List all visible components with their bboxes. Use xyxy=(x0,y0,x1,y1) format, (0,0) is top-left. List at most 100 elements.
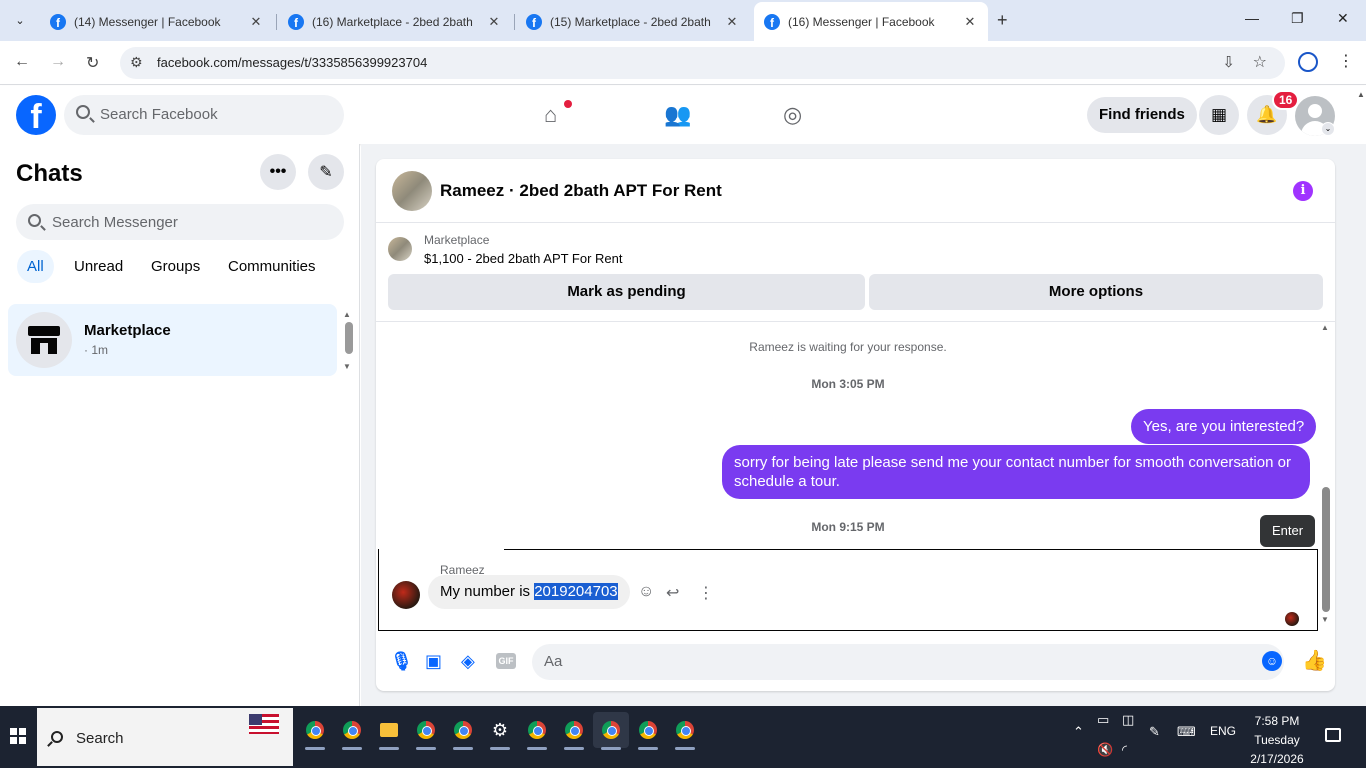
address-bar[interactable]: ⚙ facebook.com/messages/t/33358563999237… xyxy=(120,47,1285,79)
reload-icon[interactable]: ↻ xyxy=(86,53,99,73)
chrome-taskbar-icon[interactable] xyxy=(334,712,370,748)
close-window-icon[interactable]: ✕ xyxy=(1337,10,1349,27)
thumbs-up-icon[interactable]: 👍 xyxy=(1302,648,1327,673)
home-icon[interactable]: ⌂ xyxy=(544,102,557,128)
gif-icon[interactable]: GIF xyxy=(496,653,516,669)
chat-list-item[interactable]: Marketplace · 1m xyxy=(8,304,337,376)
filter-groups[interactable]: Groups xyxy=(151,258,200,275)
minimize-icon[interactable]: — xyxy=(1245,10,1259,26)
facebook-search-input[interactable]: Search Facebook xyxy=(64,95,344,135)
scroll-up-icon[interactable]: ▲ xyxy=(1357,90,1365,99)
chrome-taskbar-icon[interactable] xyxy=(408,712,444,748)
reply-icon[interactable]: ↩ xyxy=(666,583,679,603)
restore-icon[interactable]: ❐ xyxy=(1291,10,1304,27)
browser-tab[interactable]: f (16) Marketplace - 2bed 2bath ✕ xyxy=(278,6,512,38)
listing-price[interactable]: $1,100 - 2bed 2bath APT For Rent xyxy=(424,251,623,266)
keyboard-icon[interactable]: ⌨ xyxy=(1177,724,1196,740)
wifi-icon[interactable]: ◜ xyxy=(1122,742,1127,758)
browser-toolbar: ← → ↻ ⚙ facebook.com/messages/t/33358563… xyxy=(0,41,1366,85)
filter-communities[interactable]: Communities xyxy=(228,258,316,275)
language-indicator[interactable]: ENG xyxy=(1210,724,1236,738)
settings-gear-icon[interactable]: ⚙ xyxy=(482,712,518,748)
chrome-taskbar-icon[interactable] xyxy=(297,712,333,748)
filter-unread[interactable]: Unread xyxy=(74,258,123,275)
device-icon[interactable]: ◫ xyxy=(1122,712,1134,728)
incoming-message[interactable]: My number is 2019204703 xyxy=(428,575,630,609)
scroll-up-icon[interactable]: ▲ xyxy=(343,310,351,319)
browser-tab-active[interactable]: f (16) Messenger | Facebook ✕ xyxy=(754,2,988,41)
groups-icon[interactable]: ◎ xyxy=(783,102,802,128)
chats-sidebar: Chats ••• ✎ Search Messenger All Unread … xyxy=(0,144,360,706)
chrome-taskbar-icon[interactable] xyxy=(667,712,703,748)
chrome-taskbar-icon[interactable] xyxy=(630,712,666,748)
us-flag-icon xyxy=(249,714,279,734)
browser-tab[interactable]: f (15) Marketplace - 2bed 2bath ✕ xyxy=(516,6,750,38)
chrome-taskbar-icon[interactable] xyxy=(445,712,481,748)
notification-badge: 16 xyxy=(1272,90,1300,110)
chrome-taskbar-icon-active[interactable] xyxy=(593,712,629,748)
chat-name: Marketplace xyxy=(84,322,171,339)
taskbar-search[interactable]: Search xyxy=(37,708,293,766)
close-tab-icon[interactable]: ✕ xyxy=(486,14,502,30)
message-composer-input[interactable]: Aa xyxy=(532,644,1284,680)
listing-label: Marketplace xyxy=(424,233,490,247)
facebook-logo-icon[interactable]: f xyxy=(16,95,56,135)
messenger-search-input[interactable]: Search Messenger xyxy=(16,204,344,240)
chrome-taskbar-icon[interactable] xyxy=(556,712,592,748)
chrome-menu-icon[interactable]: ⋮ xyxy=(1338,51,1354,71)
filter-all[interactable]: All xyxy=(17,250,54,283)
outgoing-message[interactable]: Yes, are you interested? xyxy=(1131,409,1317,444)
volume-muted-icon[interactable]: 🔇 xyxy=(1097,742,1113,758)
tab-search-chevron-icon[interactable]: ⌄ xyxy=(7,8,33,32)
message-more-icon[interactable]: ⋮ xyxy=(698,583,714,603)
windows-taskbar: Search ⚙ ⌃ ▭ ◫ 🔇 ◜ ✎ ⌨ ENG 7:58 PM Tuesd… xyxy=(0,706,1366,768)
close-tab-icon[interactable]: ✕ xyxy=(962,14,978,30)
url-text[interactable]: facebook.com/messages/t/3335856399923704 xyxy=(157,55,427,70)
windows-start-icon[interactable] xyxy=(10,728,26,744)
listing-thumbnail[interactable] xyxy=(388,237,412,261)
photo-icon[interactable]: ▣ xyxy=(425,651,442,672)
find-friends-button[interactable]: Find friends xyxy=(1087,97,1197,133)
outgoing-message[interactable]: sorry for being late please send me your… xyxy=(722,445,1310,499)
tray-chevron-icon[interactable]: ⌃ xyxy=(1073,724,1084,740)
close-tab-icon[interactable]: ✕ xyxy=(724,14,740,30)
install-app-icon[interactable]: ⇩ xyxy=(1222,53,1235,71)
thread-scrollbar[interactable]: ▲ ▼ xyxy=(1320,323,1332,627)
account-chevron-icon[interactable]: ⌄ xyxy=(1321,122,1335,136)
scroll-down-icon[interactable]: ▼ xyxy=(343,362,351,371)
info-icon[interactable]: i xyxy=(1293,181,1313,201)
taskbar-clock[interactable]: 7:58 PM Tuesday 2/17/2026 xyxy=(1242,712,1312,769)
browser-tab[interactable]: f (14) Messenger | Facebook ✕ xyxy=(40,6,274,38)
scroll-down-icon[interactable]: ▼ xyxy=(1321,615,1329,624)
notification-center-icon[interactable] xyxy=(1325,728,1341,742)
close-tab-icon[interactable]: ✕ xyxy=(248,14,264,30)
bookmark-star-icon[interactable]: ☆ xyxy=(1253,52,1267,72)
pen-icon[interactable]: ✎ xyxy=(1149,724,1160,740)
sidebar-scrollbar[interactable]: ▲ ▼ xyxy=(343,310,353,374)
sticker-icon[interactable]: ◈ xyxy=(461,651,475,672)
message-timestamp: Mon 3:05 PM xyxy=(811,377,885,391)
file-explorer-icon[interactable] xyxy=(371,712,407,748)
mark-as-pending-button[interactable]: Mark as pending xyxy=(388,274,865,310)
conversation-header: Rameez · 2bed 2bath APT For Rent i xyxy=(376,159,1335,223)
back-arrow-icon[interactable]: ← xyxy=(14,53,30,71)
emoji-icon[interactable]: ☺ xyxy=(1262,651,1282,671)
sender-avatar[interactable] xyxy=(392,581,420,609)
selected-text[interactable]: 2019204703 xyxy=(534,583,618,600)
forward-arrow-icon[interactable]: → xyxy=(50,53,66,71)
conversation-title[interactable]: Rameez · 2bed 2bath APT For Rent xyxy=(440,181,722,201)
more-options-button[interactable]: More options xyxy=(869,274,1323,310)
microphone-icon[interactable]: 🎙 xyxy=(390,651,413,672)
new-tab-icon[interactable]: + xyxy=(997,10,1008,31)
chat-options-icon[interactable]: ••• xyxy=(260,154,296,190)
chrome-taskbar-icon[interactable] xyxy=(519,712,555,748)
react-emoji-icon[interactable]: ☺ xyxy=(638,583,654,601)
conversation-avatar[interactable] xyxy=(392,171,432,211)
new-message-icon[interactable]: ✎ xyxy=(308,154,344,190)
menu-grid-icon[interactable]: ▦ xyxy=(1199,95,1239,135)
scroll-up-icon[interactable]: ▲ xyxy=(1321,323,1329,332)
site-info-icon[interactable]: ⚙ xyxy=(130,54,143,71)
chrome-profile-icon[interactable] xyxy=(1298,52,1318,72)
friends-icon[interactable]: 👥 xyxy=(664,102,691,128)
battery-icon[interactable]: ▭ xyxy=(1097,712,1109,728)
